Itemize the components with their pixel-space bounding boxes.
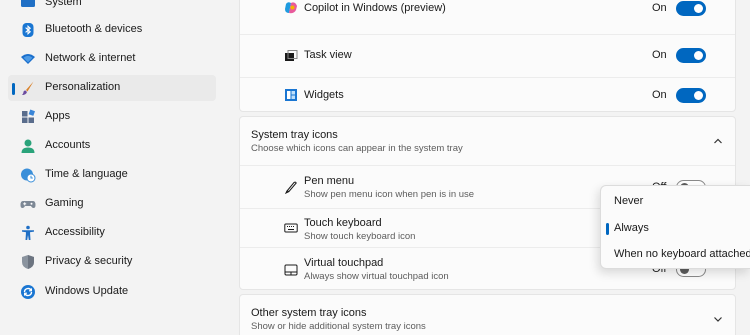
- touch-keyboard-subtitle: Show touch keyboard icon: [304, 231, 416, 242]
- sidebar-item-label: Privacy & security: [45, 255, 133, 267]
- touchpad-icon: [284, 263, 298, 277]
- sidebar-item-label: Accessibility: [45, 226, 105, 238]
- system-icon: [20, 0, 36, 11]
- other-tray-subtitle: Show or hide additional system tray icon…: [251, 321, 426, 332]
- sidebar-item-label: Personalization: [45, 81, 121, 93]
- other-system-tray-icons-card[interactable]: Other system tray icons Show or hide add…: [239, 294, 736, 335]
- widgets-row: Widgets On: [240, 78, 735, 112]
- task-view-toggle[interactable]: [676, 48, 706, 63]
- other-tray-title: Other system tray icons: [251, 307, 367, 319]
- sidebar-item-label: Gaming: [45, 197, 84, 209]
- pen-menu-label: Pen menu: [304, 175, 355, 187]
- task-view-icon: [284, 49, 298, 63]
- sidebar-item-bluetooth-devices[interactable]: Bluetooth & devices: [8, 17, 216, 43]
- copilot-label: Copilot in Windows (preview): [304, 2, 446, 14]
- touch-keyboard-dropdown-menu: Never Always When no keyboard attached: [600, 185, 750, 269]
- touch-keyboard-label: Touch keyboard: [304, 217, 382, 229]
- dropdown-option-never[interactable]: Never: [601, 190, 750, 214]
- accounts-icon: [20, 138, 36, 154]
- keyboard-icon: [284, 221, 298, 235]
- task-view-state-text: On: [652, 49, 667, 61]
- sidebar-item-label: Time & language: [45, 168, 128, 180]
- chevron-up-icon[interactable]: [712, 135, 724, 147]
- dropdown-option-label: When no keyboard attached: [614, 248, 750, 260]
- system-tray-header[interactable]: System tray icons Choose which icons can…: [240, 117, 735, 165]
- sidebar-item-label: Network & internet: [45, 52, 136, 64]
- selection-indicator: [12, 83, 15, 95]
- sidebar-item-windows-update[interactable]: Windows Update: [8, 279, 216, 305]
- update-icon: [20, 284, 36, 300]
- accessibility-icon: [20, 225, 36, 241]
- dropdown-option-label: Never: [614, 195, 644, 207]
- widgets-toggle[interactable]: [676, 88, 706, 103]
- dropdown-option-always[interactable]: Always: [601, 217, 750, 241]
- copilot-icon: [284, 1, 298, 15]
- sidebar-item-time-language[interactable]: Time & language: [8, 162, 216, 188]
- sidebar-item-apps[interactable]: Apps: [8, 104, 216, 130]
- gamepad-icon: [20, 196, 36, 212]
- sidebar-item-accounts[interactable]: Accounts: [8, 133, 216, 159]
- sidebar-item-accessibility[interactable]: Accessibility: [8, 220, 216, 246]
- sidebar-item-network-internet[interactable]: Network & internet: [8, 46, 216, 72]
- globe-clock-icon: [20, 167, 36, 183]
- bluetooth-icon: [20, 22, 36, 38]
- sidebar-item-label: Apps: [45, 110, 71, 122]
- copilot-toggle[interactable]: [676, 1, 706, 16]
- sidebar-item-system[interactable]: System: [8, 0, 216, 16]
- copilot-state-text: On: [652, 2, 667, 14]
- pen-menu-subtitle: Show pen menu icon when pen is in use: [304, 189, 475, 200]
- dropdown-option-label: Always: [614, 222, 649, 234]
- widgets-icon: [284, 88, 298, 102]
- widgets-label: Widgets: [304, 89, 344, 101]
- virtual-touchpad-label: Virtual touchpad: [304, 257, 384, 269]
- sidebar-item-label: System: [45, 0, 82, 8]
- system-tray-title: System tray icons: [251, 129, 338, 141]
- taskbar-items-card: Copilot in Windows (preview) On Task vie…: [239, 0, 736, 112]
- system-tray-subtitle: Choose which icons can appear in the sys…: [251, 143, 463, 154]
- sidebar-item-label: Accounts: [45, 139, 91, 151]
- dropdown-option-when-no-keyboard[interactable]: When no keyboard attached: [601, 243, 750, 267]
- pen-icon: [284, 180, 298, 195]
- sidebar-item-personalization[interactable]: Personalization: [8, 75, 216, 101]
- sidebar-item-label: Windows Update: [45, 285, 129, 297]
- widgets-state-text: On: [652, 89, 667, 101]
- task-view-row: Task view On: [240, 35, 735, 77]
- navigation-sidebar: System Bluetooth & devices Network & int…: [0, 0, 225, 335]
- shield-icon: [20, 254, 36, 270]
- task-view-label: Task view: [304, 49, 352, 61]
- chevron-down-icon[interactable]: [712, 313, 724, 325]
- sidebar-item-gaming[interactable]: Gaming: [8, 191, 216, 217]
- apps-icon: [20, 109, 36, 125]
- sidebar-item-privacy-security[interactable]: Privacy & security: [8, 249, 216, 275]
- sidebar-item-label: Bluetooth & devices: [45, 23, 143, 35]
- brush-icon: [20, 80, 36, 96]
- copilot-row: Copilot in Windows (preview) On: [240, 0, 735, 25]
- wifi-icon: [20, 51, 36, 67]
- virtual-touchpad-subtitle: Always show virtual touchpad icon: [304, 271, 449, 282]
